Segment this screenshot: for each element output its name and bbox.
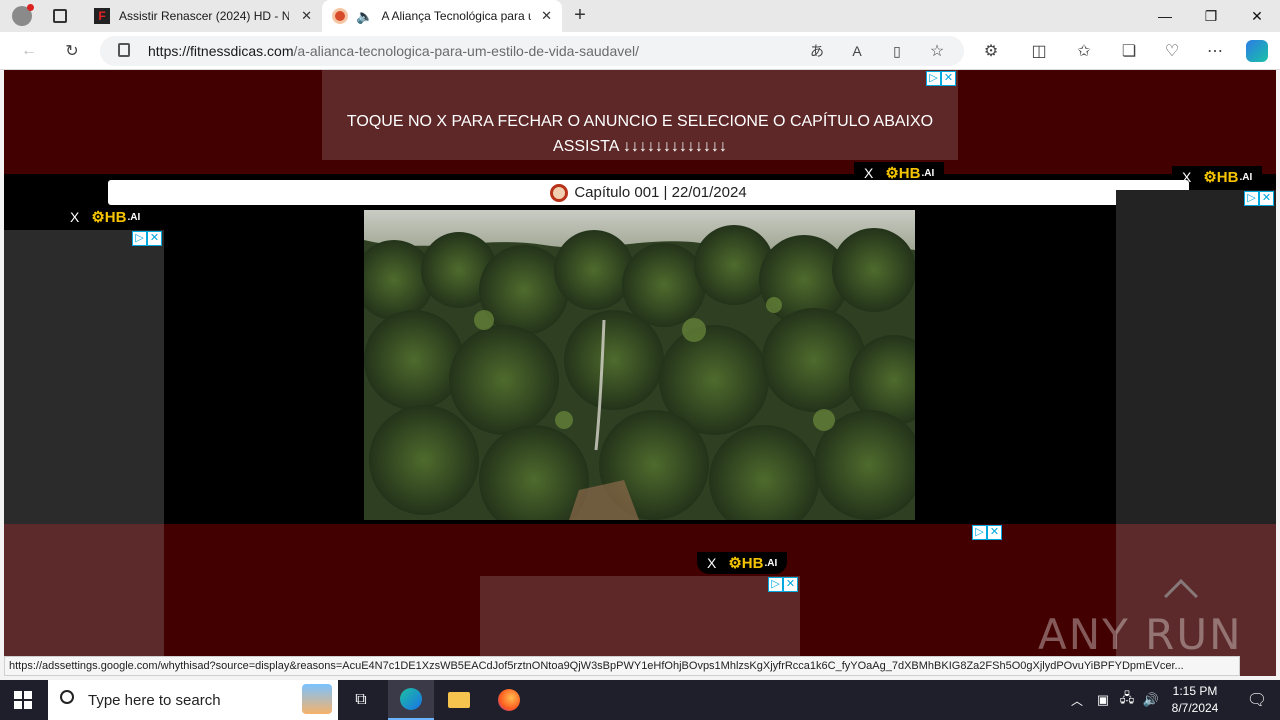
hb-ad-tab[interactable]: X ⚙HB .AI (60, 206, 151, 228)
network-icon[interactable]: 🖧 (1114, 680, 1140, 720)
hb-logo-suffix: .AI (764, 557, 778, 569)
close-icon[interactable]: ✕ (301, 8, 312, 24)
anyrun-watermark: ANY RUN (1038, 610, 1243, 659)
chapter-select[interactable]: Capítulo 001 | 22/01/2024 ⌄ (108, 180, 1189, 205)
close-window-button[interactable]: ✕ (1234, 0, 1280, 32)
search-highlight-icon (302, 684, 332, 714)
hb-logo-suffix: .AI (127, 211, 141, 223)
chapter-icon (550, 183, 569, 202)
ad-close-icon[interactable]: ✕ (987, 525, 1002, 540)
ad-info-icon[interactable]: ▷ (768, 577, 783, 592)
ad-choices-middle[interactable]: ▷ ✕ (972, 525, 1002, 540)
ad-text-line1: TOQUE NO X PARA FECHAR O ANUNCIO E SELEC… (346, 113, 934, 130)
folder-icon (448, 692, 470, 708)
ad-close-icon[interactable]: ✕ (783, 577, 798, 592)
url-path: /a-alianca-tecnologica-para-um-estilo-de… (293, 43, 640, 59)
taskbar: Type here to search ⧉ ︿ ▣ 🖧 🔊 1:15 PM 8/… (0, 680, 1280, 720)
more-options-icon[interactable]: ⋯ (1204, 40, 1226, 62)
firefox-icon (498, 689, 520, 711)
extensions-icon[interactable]: ⚙ (980, 40, 1002, 62)
edge-icon (400, 688, 422, 710)
chapter-select-value: Capítulo 001 | 22/01/2024 (574, 184, 747, 201)
ad-close-icon[interactable]: ✕ (1259, 191, 1274, 206)
hb-close-icon[interactable]: X (70, 209, 79, 225)
taskbar-clock[interactable]: 1:15 PM 8/7/2024 (1160, 683, 1230, 717)
web-page: TOQUE NO X PARA FECHAR O ANUNCIO E SELEC… (4, 70, 1276, 676)
ad-text-line2: ASSISTA ↓↓↓↓↓↓↓↓↓↓↓↓↓ (553, 138, 727, 155)
ad-info-icon[interactable]: ▷ (132, 231, 147, 246)
ad-close-icon[interactable]: ✕ (147, 231, 162, 246)
immersive-reader-icon[interactable]: ▯ (886, 40, 908, 62)
tab-title: A Aliança Tecnológica para u (381, 9, 532, 23)
file-explorer-taskbar-icon[interactable] (436, 680, 482, 720)
ad-choices-bottom[interactable]: ▷ ✕ (768, 577, 798, 592)
speaker-icon[interactable]: 🔈 (356, 8, 373, 25)
hb-logo-suffix: .AI (921, 167, 935, 179)
edge-taskbar-icon[interactable] (388, 680, 434, 720)
ad-choices-left[interactable]: ▷ ✕ (132, 231, 162, 246)
tab-alianca[interactable]: 🔈 A Aliança Tecnológica para u ✕ (322, 0, 562, 32)
copilot-icon[interactable] (1246, 40, 1268, 62)
favorite-star-icon[interactable]: ☆ (926, 40, 948, 62)
close-icon[interactable]: ✕ (541, 8, 552, 24)
refresh-icon[interactable]: ↻ (61, 40, 83, 62)
top-ad-banner[interactable]: TOQUE NO X PARA FECHAR O ANUNCIO E SELEC… (322, 70, 958, 160)
hb-logo: ⚙HB (728, 555, 764, 572)
read-aloud-icon[interactable]: A (846, 40, 868, 62)
url-domain: https://fitnessdicas.com (148, 43, 294, 59)
task-view-button[interactable]: ⧉ (338, 680, 384, 720)
ad-choices-right[interactable]: ▷ ✕ (1244, 191, 1274, 206)
tab-renascer[interactable]: F Assistir Renascer (2024) HD - Nov ✕ (86, 0, 322, 32)
ad-info-icon[interactable]: ▷ (1244, 191, 1259, 206)
search-placeholder: Type here to search (88, 691, 221, 709)
ad-info-icon[interactable]: ▷ (972, 525, 987, 540)
ad-choices-top[interactable]: ▷ ✕ (926, 71, 956, 86)
taskbar-search[interactable]: Type here to search (48, 680, 338, 720)
split-screen-icon[interactable]: ◫ (1028, 40, 1050, 62)
windows-logo-icon (14, 691, 32, 709)
video-player[interactable] (364, 210, 915, 520)
tab-strip: F Assistir Renascer (2024) HD - Nov ✕ 🔈 … (0, 0, 1280, 32)
clock-time: 1:15 PM (1172, 684, 1218, 698)
lock-icon[interactable] (118, 43, 130, 57)
windows-start-button[interactable] (0, 680, 46, 720)
status-bar-url: https://adssettings.google.com/whythisad… (4, 656, 1240, 676)
notifications-icon[interactable]: 🗨 (1234, 680, 1280, 720)
ad-info-icon[interactable]: ▷ (926, 71, 941, 86)
minimize-button[interactable]: — (1142, 0, 1188, 32)
site-favicon-icon (332, 8, 348, 24)
hb-close-icon[interactable]: X (707, 555, 716, 571)
url-text: https://fitnessdicas.com/a-alianca-tecno… (148, 43, 639, 59)
firefox-taskbar-icon[interactable] (486, 680, 532, 720)
tray-chevron-icon[interactable]: ︿ (1062, 680, 1092, 720)
address-bar[interactable]: https://fitnessdicas.com/a-alianca-tecno… (100, 36, 964, 66)
translate-icon[interactable]: あ (806, 40, 828, 62)
site-favicon-icon: F (94, 8, 110, 24)
profile-icon[interactable] (12, 4, 34, 26)
hb-ad-tab[interactable]: X ⚙HB .AI (697, 552, 788, 574)
tab-actions-icon[interactable] (53, 9, 67, 23)
browser-essentials-icon[interactable]: ♡ (1161, 40, 1183, 62)
forest-video-frame (364, 210, 915, 520)
restore-button[interactable]: ❐ (1188, 0, 1234, 32)
browser-toolbar: ← ↻ https://fitnessdicas.com/a-alianca-t… (0, 32, 1280, 70)
lower-left-ad-panel[interactable] (4, 524, 164, 676)
collections-icon[interactable]: ❏ (1118, 40, 1140, 62)
hb-logo: ⚙HB (1203, 169, 1239, 186)
clock-date: 8/7/2024 (1171, 701, 1219, 715)
search-icon (60, 690, 74, 704)
hb-logo-suffix: .AI (1239, 171, 1253, 183)
hb-logo: ⚙HB (91, 209, 127, 226)
tray-app-icon[interactable]: ▣ (1090, 680, 1116, 720)
ad-close-icon[interactable]: ✕ (941, 71, 956, 86)
back-icon[interactable]: ← (18, 40, 40, 62)
tab-title: Assistir Renascer (2024) HD - Nov (119, 9, 289, 23)
new-tab-button[interactable]: + (568, 4, 592, 28)
favorites-icon[interactable]: ✩ (1073, 40, 1095, 62)
hb-close-icon[interactable]: X (864, 165, 873, 181)
